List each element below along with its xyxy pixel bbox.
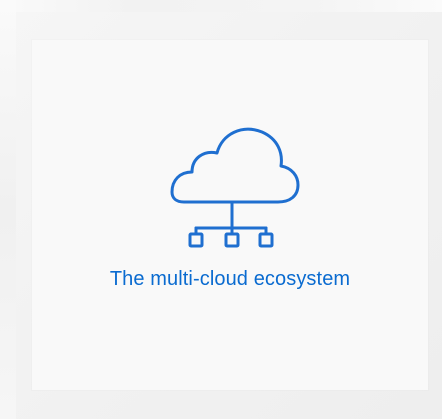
cloud-network-icon: [170, 127, 300, 248]
left-edge: [0, 0, 16, 419]
tile-label[interactable]: The multi-cloud ecosystem: [32, 266, 428, 292]
top-edge: [0, 0, 442, 12]
